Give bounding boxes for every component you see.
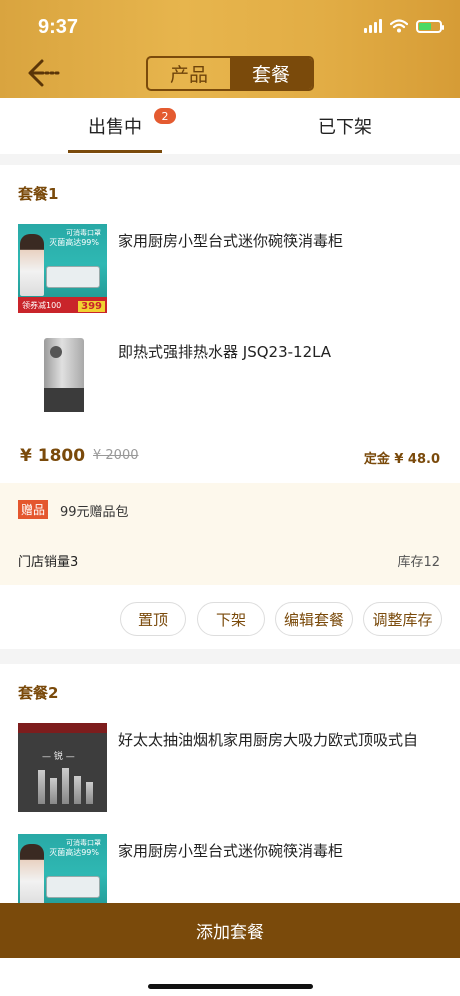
status-time: 9:37: [38, 16, 79, 38]
on-sale-count-badge: 2: [154, 108, 176, 124]
product-image-range-hood[interactable]: — 锐 —: [18, 723, 107, 812]
tab-removed[interactable]: 已下架: [300, 98, 390, 154]
product-image-sterilizer[interactable]: 可消毒口罩 灭菌高达99% 领券减100 399: [18, 224, 107, 313]
package-title: 套餐2: [18, 684, 59, 702]
package-card: 套餐2 — 锐 — 好太太抽油烟机家用厨房大吸力欧式顶吸式自 可消毒口罩 灭菌高…: [0, 664, 460, 923]
stock-count: 库存12: [397, 555, 440, 570]
pin-top-button[interactable]: 置顶: [120, 602, 186, 636]
status-tabs: 出售中 2 已下架: [0, 98, 460, 154]
home-indicator: [148, 984, 313, 989]
original-price: ¥ 2000: [93, 448, 139, 463]
wifi-icon: [390, 19, 408, 33]
product-name[interactable]: 家用厨房小型台式迷你碗筷消毒柜: [118, 840, 343, 861]
gift-info-panel: 赠品 99元赠品包 门店销量3 库存12: [0, 483, 460, 585]
active-tab-underline: [68, 150, 162, 153]
home-area: [0, 958, 460, 996]
adjust-stock-button[interactable]: 调整库存: [363, 602, 442, 636]
store-sales: 门店销量3: [18, 555, 79, 570]
product-package-switch: 产品 套餐: [146, 56, 314, 91]
deposit-amount: 定金 ¥ 48.0: [363, 452, 440, 467]
package-price: ¥ 1800: [20, 446, 86, 466]
segment-package[interactable]: 套餐: [230, 58, 312, 89]
gift-text: 99元赠品包: [60, 505, 129, 520]
package-card: 套餐1 可消毒口罩 灭菌高达99% 领券减100 399 家用厨房小型台式迷你碗…: [0, 165, 460, 649]
add-package-button[interactable]: 添加套餐: [0, 903, 460, 958]
gift-tag: 赠品: [18, 500, 49, 519]
tab-on-sale[interactable]: 出售中: [68, 98, 162, 154]
product-image-water-heater[interactable]: [18, 332, 107, 421]
edit-package-button[interactable]: 编辑套餐: [275, 602, 353, 636]
signal-icon: [364, 19, 382, 33]
battery-icon: [416, 19, 444, 33]
take-down-button[interactable]: 下架: [197, 602, 265, 636]
package-title: 套餐1: [18, 185, 59, 203]
status-icons: [364, 19, 444, 33]
back-arrow-icon[interactable]: [24, 56, 64, 90]
product-name[interactable]: 家用厨房小型台式迷你碗筷消毒柜: [118, 230, 343, 251]
product-name[interactable]: 好太太抽油烟机家用厨房大吸力欧式顶吸式自: [118, 729, 418, 750]
product-name[interactable]: 即热式强排热水器 JSQ23-12LA: [118, 341, 331, 362]
segment-product[interactable]: 产品: [148, 58, 230, 89]
header: 9:37 产品 套餐: [0, 0, 460, 98]
